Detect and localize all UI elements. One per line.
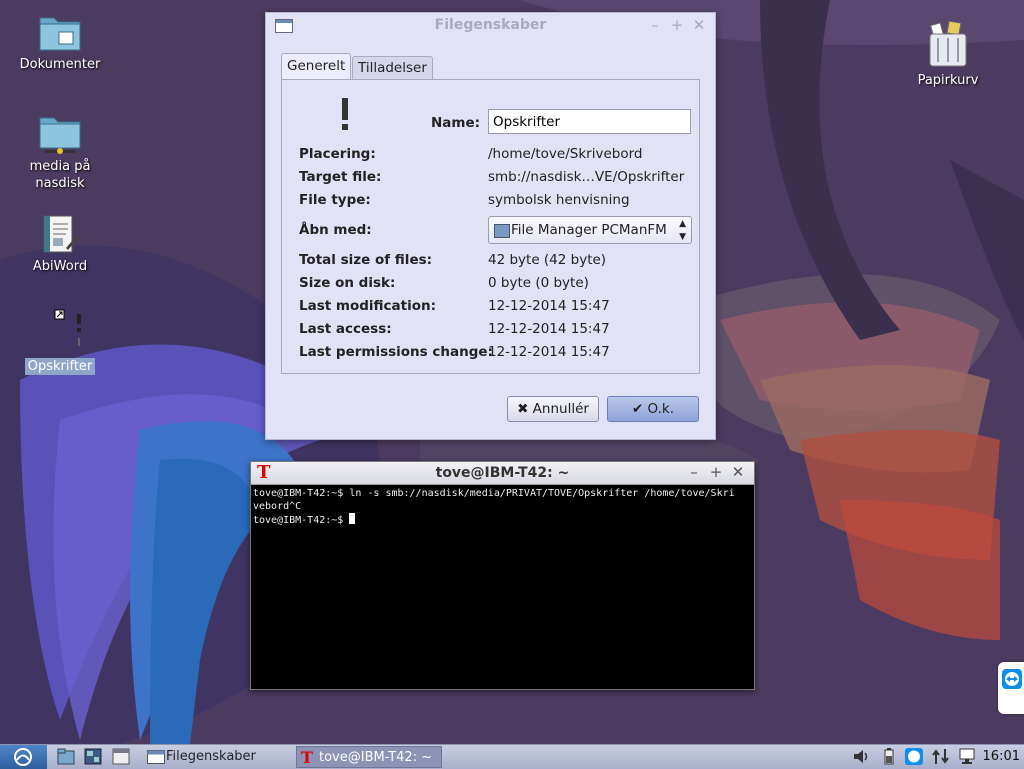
battery-icon[interactable] (880, 748, 898, 765)
taskbar-task-terminal[interactable]: T tove@IBM-T42: ~ (296, 746, 442, 768)
desktop-icon-label: Dokumenter (19, 57, 101, 72)
info-key: Target file: (299, 169, 382, 185)
terminal-prompt-line: tove@IBM-T42:~$ (253, 513, 752, 527)
tab-tilladelser[interactable]: Tilladelser (352, 56, 433, 80)
info-value: 42 byte (42 byte) (488, 252, 607, 268)
info-row-total-size: Total size of files: 42 byte (42 byte) (282, 252, 699, 272)
start-icon (14, 748, 32, 766)
desktop-icon-label: media på nasdisk (29, 159, 91, 191)
info-row-last-permissions-change: Last permissions change: 12-12-2014 15:4… (282, 344, 699, 364)
file-manager-icon (494, 224, 510, 238)
updown-arrow-icon: ▲ ▼ (679, 219, 686, 242)
minimize-icon[interactable]: – (646, 16, 664, 34)
window-icon (147, 750, 165, 764)
desktop-icon-abiword[interactable]: AbiWord (15, 214, 105, 275)
info-value: smb://nasdisk…VE/Opskrifter (488, 169, 685, 185)
abiword-icon (43, 215, 80, 253)
start-menu-button[interactable] (0, 745, 47, 769)
info-value: 12-12-2014 15:47 (488, 298, 610, 314)
taskbar: Filegenskaber T tove@IBM-T42: ~ 16:01 (0, 744, 1024, 769)
terminal-cursor (349, 513, 356, 524)
info-key: Last modification: (299, 298, 437, 314)
info-key: Last permissions change: (299, 344, 493, 360)
info-key: Size on disk: (299, 275, 396, 291)
show-desktop-icon[interactable] (112, 748, 130, 765)
info-value: 0 byte (0 byte) (488, 275, 589, 291)
info-row-target-file: Target file: smb://nasdisk…VE/Opskrifter (282, 169, 699, 189)
close-icon[interactable]: ✕ (690, 16, 708, 34)
info-row-last-access: Last access: 12-12-2014 15:47 (282, 321, 699, 341)
terminal-titlebar[interactable]: T tove@IBM-T42: ~ – + ✕ (251, 462, 754, 485)
minimize-icon[interactable]: – (685, 463, 703, 481)
maximize-icon[interactable]: + (668, 16, 686, 34)
info-value: 12-12-2014 15:47 (488, 344, 610, 360)
taskbar-task-filegenskaber[interactable]: Filegenskaber (144, 746, 294, 768)
xterm-icon: T (301, 748, 313, 767)
terminal-launcher-icon[interactable] (84, 748, 102, 765)
info-value: 12-12-2014 15:47 (488, 321, 610, 337)
file-properties-dialog: Filegenskaber – + ✕ Generelt Tilladelser… (265, 12, 716, 440)
file-manager-launcher-icon[interactable] (57, 748, 75, 765)
info-key: Åbn med: (299, 222, 372, 238)
taskbar-task-label: tove@IBM-T42: ~ (319, 750, 433, 765)
desktop-icon-label: Opskrifter (24, 358, 96, 375)
teamviewer-panel-tab[interactable] (998, 662, 1024, 714)
dialog-titlebar[interactable]: Filegenskaber – + ✕ (266, 13, 715, 37)
close-icon[interactable]: ✕ (729, 463, 747, 481)
desktop-icon-opskrifter[interactable]: Opskrifter (15, 308, 105, 375)
terminal-output[interactable]: tove@IBM-T42:~$ ln -s smb://nasdisk/medi… (253, 487, 752, 687)
cancel-button[interactable]: ✖ Annullér (507, 396, 599, 422)
desktop-icon-label: Papirkurv (917, 73, 979, 88)
desktop-icon-dokumenter[interactable]: Dokumenter (15, 12, 105, 73)
terminal-window: T tove@IBM-T42: ~ – + ✕ tove@IBM-T42:~$ … (250, 461, 755, 690)
tab-generelt[interactable]: Generelt (281, 53, 352, 81)
desktop-icon-label: AbiWord (32, 259, 88, 274)
info-row-placering: Placering: /home/tove/Skrivebord (282, 146, 699, 166)
ok-button[interactable]: ✔ O.k. (607, 396, 699, 422)
info-key: Placering: (299, 146, 376, 162)
info-row-size-on-disk: Size on disk: 0 byte (0 byte) (282, 275, 699, 295)
network-transfer-icon[interactable] (932, 748, 950, 765)
volume-icon[interactable] (852, 748, 870, 765)
terminal-line: tove@IBM-T42:~$ ln -s smb://nasdisk/medi… (253, 488, 735, 499)
symlink-icon (54, 309, 81, 346)
symlink-file-icon (342, 98, 348, 130)
info-row-last-modification: Last modification: 12-12-2014 15:47 (282, 298, 699, 318)
clock[interactable]: 16:01 (983, 745, 1020, 769)
name-label: Name: (431, 115, 481, 131)
general-panel: Name: Placering: /home/tove/Skrivebord T… (281, 79, 700, 374)
open-with-dropdown[interactable]: File Manager PCManFM ▲ ▼ (488, 216, 692, 244)
network-folder-icon (39, 117, 81, 154)
info-row-file-type: File type: symbolsk henvisning (282, 192, 699, 212)
terminal-line: tove@IBM-T42:~$ (253, 515, 350, 526)
terminal-line: vebord^C (253, 501, 302, 512)
teamviewer-icon (1002, 669, 1022, 689)
taskbar-task-label: Filegenskaber (166, 749, 256, 764)
desktop-icon-media-nasdisk[interactable]: media på nasdisk (15, 112, 105, 192)
maximize-icon[interactable]: + (707, 463, 725, 481)
open-with-selected: File Manager PCManFM (511, 222, 667, 238)
folder-icon (39, 17, 81, 51)
info-value: symbolsk henvisning (488, 192, 630, 208)
name-field[interactable] (488, 109, 691, 134)
monitor-icon[interactable] (958, 748, 976, 765)
info-key: Last access: (299, 321, 392, 337)
info-key: Total size of files: (299, 252, 433, 268)
teamviewer-tray-icon[interactable] (905, 748, 923, 765)
info-key: File type: (299, 192, 371, 208)
trash-icon (929, 20, 967, 67)
terminal-title: tove@IBM-T42: ~ (435, 465, 570, 481)
info-value: /home/tove/Skrivebord (488, 146, 643, 162)
desktop-icon-papirkurv[interactable]: Papirkurv (903, 20, 993, 89)
